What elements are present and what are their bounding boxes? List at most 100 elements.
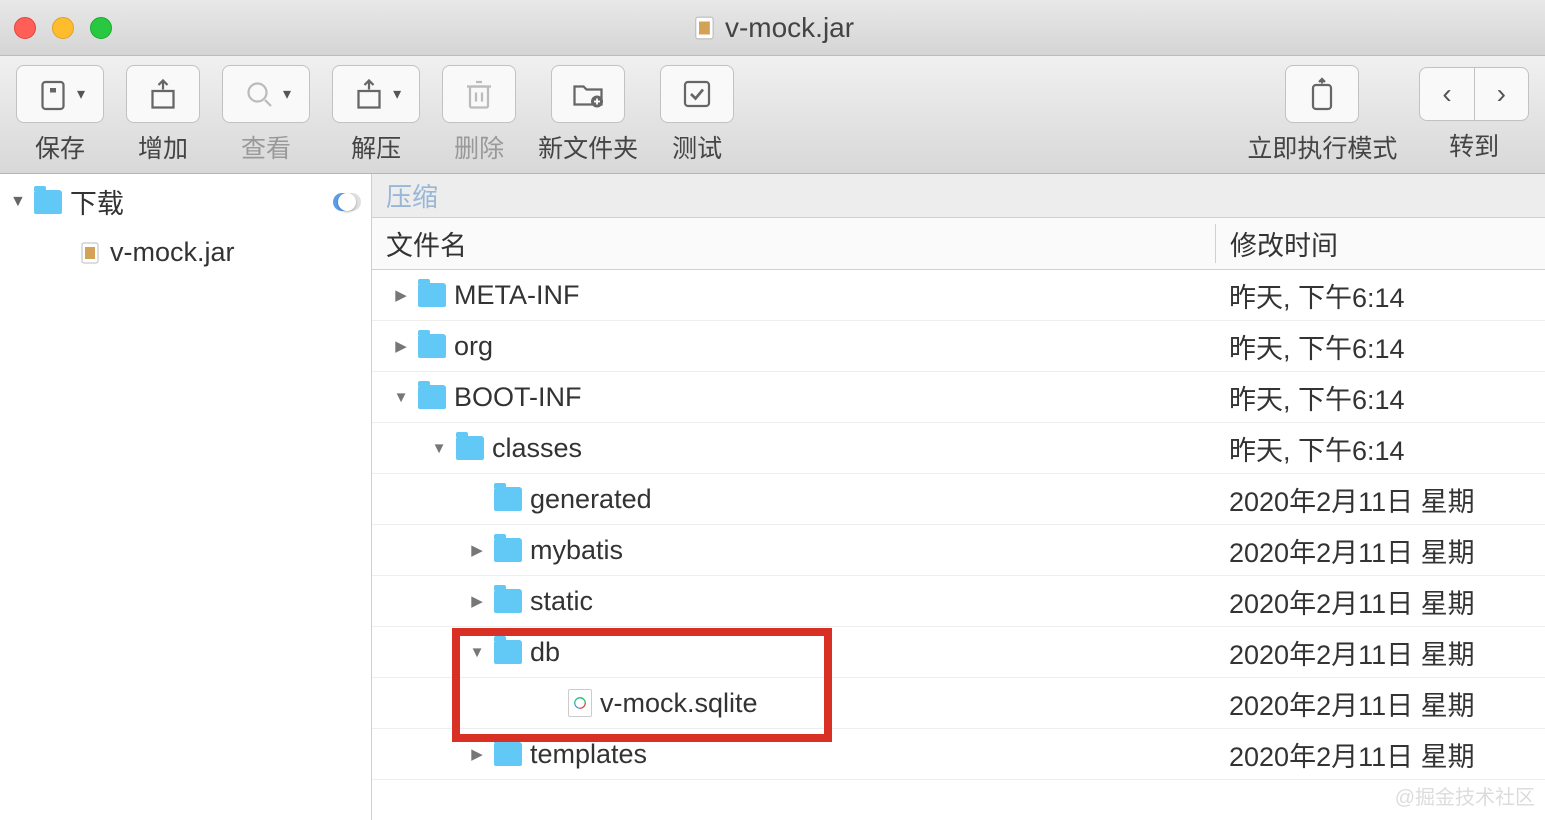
folder-icon (494, 742, 522, 766)
folder-icon (418, 334, 446, 358)
row-name-text: db (530, 637, 560, 668)
back-button[interactable]: ‹ (1419, 67, 1474, 121)
file-row[interactable]: ▶ templates 2020年2月11日 星期 (372, 729, 1545, 780)
run-icon (1304, 76, 1340, 112)
disclosure-down-icon[interactable]: ▼ (430, 440, 448, 457)
titlebar: v-mock.jar (0, 0, 1545, 56)
row-date-text: 昨天, 下午6:14 (1215, 276, 1545, 315)
content: ▼ 下载 v-mock.jar 压缩 文件名 修改时间 ▶ META-INF 昨天,… (0, 174, 1545, 820)
row-name-text: static (530, 586, 593, 617)
box-extract-icon (351, 76, 387, 112)
file-row[interactable]: ▼ BOOT-INF 昨天, 下午6:14 (372, 372, 1545, 423)
disclosure-down-icon[interactable]: ▼ (468, 644, 486, 661)
col-header-date[interactable]: 修改时间 (1215, 224, 1545, 263)
row-date-text: 昨天, 下午6:14 (1215, 327, 1545, 366)
sidebar-root[interactable]: ▼ 下载 (0, 174, 371, 229)
folder-icon (418, 283, 446, 307)
tool-add[interactable]: 增加 (126, 65, 200, 165)
disclosure-right-icon[interactable]: ▶ (468, 745, 486, 763)
sidebar-root-label: 下载 (70, 182, 124, 221)
tool-save[interactable]: ▾ 保存 (16, 65, 104, 165)
row-date-text: 昨天, 下午6:14 (1215, 429, 1545, 468)
file-row[interactable]: ▶ org 昨天, 下午6:14 (372, 321, 1545, 372)
row-date-text: 2020年2月11日 星期 (1215, 582, 1545, 621)
col-header-name[interactable]: 文件名 (372, 224, 1215, 263)
row-name-text: classes (492, 433, 582, 464)
row-name-text: META-INF (454, 280, 579, 311)
tool-delete[interactable]: 删除 (442, 65, 516, 165)
tool-newfolder[interactable]: 新文件夹 (538, 65, 638, 165)
row-name-text: BOOT-INF (454, 382, 582, 413)
file-row[interactable]: ▶mybatis2020年2月11日 星期 (372, 525, 1545, 576)
sidebar-child[interactable]: v-mock.jar (0, 229, 371, 276)
window-title: v-mock.jar (725, 12, 854, 44)
magnifier-icon (241, 76, 277, 112)
row-date-text: 2020年2月11日 星期 (1215, 480, 1545, 519)
toolbar: ▾ 保存 增加 ▾ 查看 ▾ 解压 删除 新文件夹 测试 立即执行模式 ‹ › … (0, 56, 1545, 174)
close-button[interactable] (14, 17, 36, 39)
trash-icon (461, 76, 497, 112)
row-name-text: generated (530, 484, 652, 515)
sidebar-toggle[interactable] (333, 193, 361, 211)
tool-goto: ‹ › 转到 (1419, 67, 1529, 163)
forward-button[interactable]: › (1475, 67, 1529, 121)
tool-label-goto: 转到 (1449, 127, 1499, 163)
file-rows: ▶ META-INF 昨天, 下午6:14 ▶ org 昨天, 下午6:14 ▼ BOOT-I… (372, 270, 1545, 820)
row-date-text: 昨天, 下午6:14 (1215, 378, 1545, 417)
jar-icon (691, 15, 717, 41)
window-title-wrap: v-mock.jar (691, 12, 854, 44)
tool-label-delete: 删除 (454, 129, 504, 165)
tool-label-runmode: 立即执行模式 (1247, 129, 1397, 165)
row-date-text: 2020年2月11日 星期 (1215, 735, 1545, 774)
tool-label-test: 测试 (672, 129, 722, 165)
tool-runmode[interactable]: 立即执行模式 (1247, 65, 1397, 165)
folder-icon (34, 190, 62, 214)
tool-view[interactable]: ▾ 查看 (222, 65, 310, 165)
file-row[interactable]: ▼ classes 昨天, 下午6:14 (372, 423, 1545, 474)
file-row[interactable]: ▶ META-INF 昨天, 下午6:14 (372, 270, 1545, 321)
tool-label-save: 保存 (35, 129, 85, 165)
new-folder-icon (570, 76, 606, 112)
maximize-button[interactable] (90, 17, 112, 39)
folder-icon (494, 589, 522, 613)
chevron-down-icon: ▾ (393, 84, 401, 104)
minimize-button[interactable] (52, 17, 74, 39)
row-name-text: mybatis (530, 535, 623, 566)
tool-label-view: 查看 (241, 129, 291, 165)
disclosure-right-icon[interactable]: ▶ (468, 541, 486, 559)
disclosure-right-icon[interactable]: ▶ (468, 592, 486, 610)
sidebar-child-label: v-mock.jar (110, 237, 235, 268)
row-name-text: org (454, 331, 493, 362)
file-icon (568, 689, 592, 717)
tab-row: 压缩 (372, 174, 1545, 218)
folder-icon (456, 436, 484, 460)
sidebar: ▼ 下载 v-mock.jar (0, 174, 372, 820)
folder-icon (418, 385, 446, 409)
main-area: 压缩 文件名 修改时间 ▶ META-INF 昨天, 下午6:14 ▶ org 昨天, 下… (372, 174, 1545, 820)
tool-label-extract: 解压 (351, 129, 401, 165)
disclosure-down-icon[interactable]: ▼ (392, 389, 410, 406)
chevron-down-icon: ▾ (283, 84, 291, 104)
jar-icon (78, 241, 102, 265)
tool-test[interactable]: 测试 (660, 65, 734, 165)
row-date-text: 2020年2月11日 星期 (1215, 684, 1545, 723)
disclosure-right-icon[interactable]: ▶ (392, 337, 410, 355)
disclosure-right-icon[interactable]: ▶ (392, 286, 410, 304)
file-row[interactable]: generated 2020年2月11日 星期 (372, 474, 1545, 525)
file-row[interactable]: ▼db2020年2月11日 星期 (372, 627, 1545, 678)
file-row[interactable]: v-mock.sqlite 2020年2月11日 星期 (372, 678, 1545, 729)
traffic-lights (14, 17, 112, 39)
column-headers: 文件名 修改时间 (372, 218, 1545, 270)
tool-label-add: 增加 (138, 129, 188, 165)
folder-icon (494, 487, 522, 511)
chevron-down-icon: ▾ (77, 84, 85, 104)
archive-icon (35, 76, 71, 112)
folder-icon (494, 640, 522, 664)
row-name-text: templates (530, 739, 647, 770)
tool-label-newfolder: 新文件夹 (538, 129, 638, 165)
disclosure-down-icon: ▼ (10, 193, 26, 211)
row-name-text: v-mock.sqlite (600, 688, 758, 719)
file-row[interactable]: ▶ static 2020年2月11日 星期 (372, 576, 1545, 627)
tab-label[interactable]: 压缩 (386, 177, 438, 214)
tool-extract[interactable]: ▾ 解压 (332, 65, 420, 165)
